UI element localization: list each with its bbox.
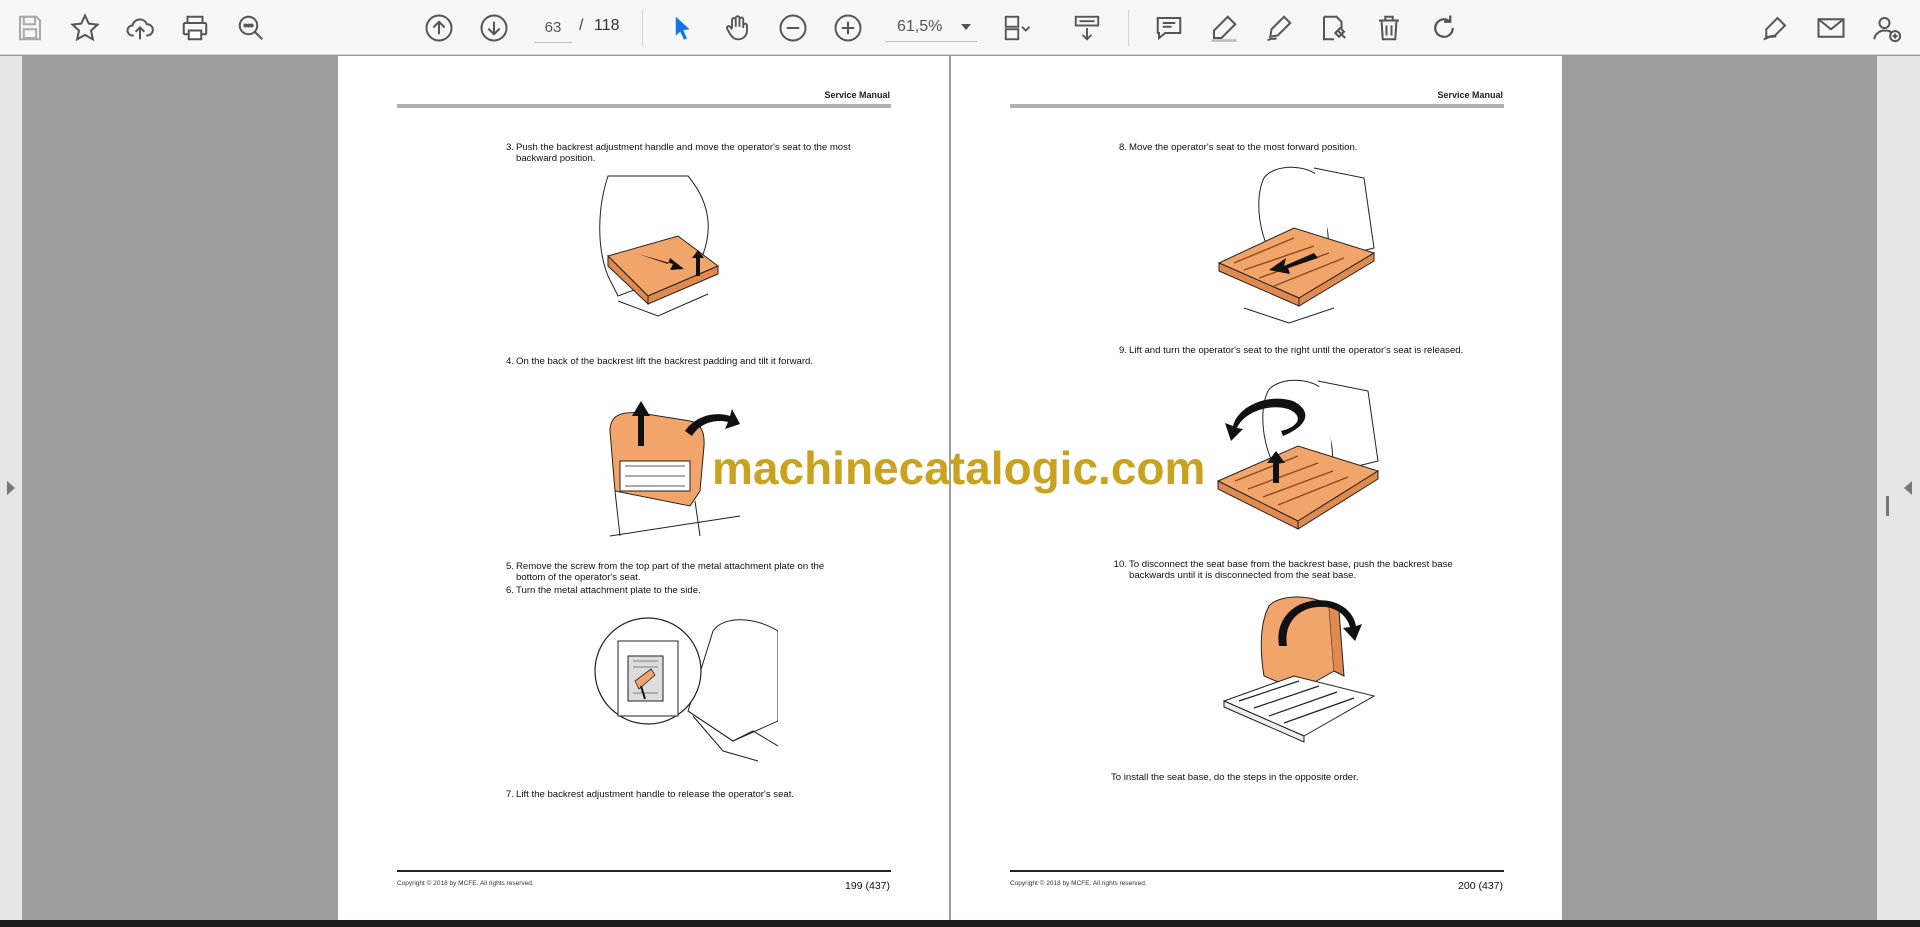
seat-backward-illustration [599,175,719,317]
hand-tool-icon[interactable] [720,11,754,45]
step-number: 5. [505,561,514,572]
step-text: Remove the screw from the top part of th… [516,561,825,583]
zoom-search-icon[interactable] [234,11,268,45]
save-icon[interactable] [13,11,47,45]
rotate-icon[interactable] [1427,11,1461,45]
toolbar-divider [642,10,643,46]
toolbar-divider [1128,10,1129,46]
select-cursor-icon[interactable] [665,11,699,45]
attachment-plate-illustration [594,617,778,762]
copyright: Copyright © 2018 by MCFE. All rights res… [397,880,534,887]
closing-text: To install the seat base, do the steps i… [1111,772,1359,783]
step-text: To disconnect the seat base from the bac… [1129,559,1453,581]
watermark: machinecatalogic.com [712,442,1206,494]
step-text: Move the operator's seat to the most for… [1129,142,1358,153]
step-text: Lift the backrest adjustment handle to r… [516,789,795,800]
page-number: 199 (437) [845,880,890,892]
disconnect-seat-base-illustration [1222,596,1376,743]
step-number: 6. [505,585,514,596]
sign-pen-icon[interactable] [1262,11,1296,45]
page-layout-icon[interactable] [1000,11,1034,45]
step-number: 3. [505,142,514,153]
step-number: 9. [1118,345,1127,356]
step-text: Push the backrest adjustment handle and … [516,142,851,164]
expand-left-panel-icon[interactable] [7,481,15,495]
scrollbar-thumb[interactable] [1886,496,1889,516]
bottom-bar [0,920,1920,927]
page-separator: / [579,17,584,34]
step-number: 7. [505,789,514,800]
zoom-in-icon[interactable] [831,11,865,45]
page-header: Service Manual [1437,90,1503,100]
seat-lift-turn-illustration [1216,379,1380,530]
chevron-down-icon [961,24,971,30]
page-current: 63 [544,18,562,36]
comment-icon[interactable] [1152,11,1186,45]
star-icon[interactable] [68,11,102,45]
delete-icon[interactable] [1372,11,1406,45]
page-number: 200 (437) [1458,880,1503,892]
print-icon[interactable] [178,11,212,45]
next-page-icon[interactable] [477,11,511,45]
step-text: On the back of the backrest lift the bac… [516,356,814,367]
stamp-icon[interactable] [1317,11,1351,45]
zoom-level-select[interactable]: 61,5% [885,12,977,42]
page-header: Service Manual [824,90,890,100]
header-rule [397,104,891,108]
step-text: Lift and turn the operator's seat to the… [1129,345,1464,356]
step-number: 10. [1113,559,1127,570]
page-number-input[interactable]: 63 [534,12,572,43]
scroll-mode-icon[interactable] [1070,11,1104,45]
expand-right-panel-icon[interactable] [1904,481,1912,495]
highlight-pen-icon[interactable] [1207,11,1241,45]
fill-sign-icon[interactable] [1758,11,1792,45]
right-panel-strip [1877,56,1920,920]
zoom-value: 61,5% [897,17,943,35]
footer-rule [397,870,891,872]
email-icon[interactable] [1814,11,1848,45]
zoom-out-icon[interactable] [776,11,810,45]
step-number: 8. [1118,142,1127,153]
copyright: Copyright © 2018 by MCFE. All rights res… [1010,880,1147,887]
cloud-upload-icon[interactable] [123,11,157,45]
page-total: 118 [594,17,620,34]
seat-forward-illustration [1217,166,1376,324]
step-text: Turn the metal attachment plate to the s… [516,585,701,596]
footer-rule [1010,870,1504,872]
previous-page-icon[interactable] [422,11,456,45]
step-number: 4. [505,356,514,367]
toolbar: 63 / 118 61,5% [0,0,1920,55]
add-user-icon[interactable] [1870,11,1904,45]
header-rule [1010,104,1504,108]
